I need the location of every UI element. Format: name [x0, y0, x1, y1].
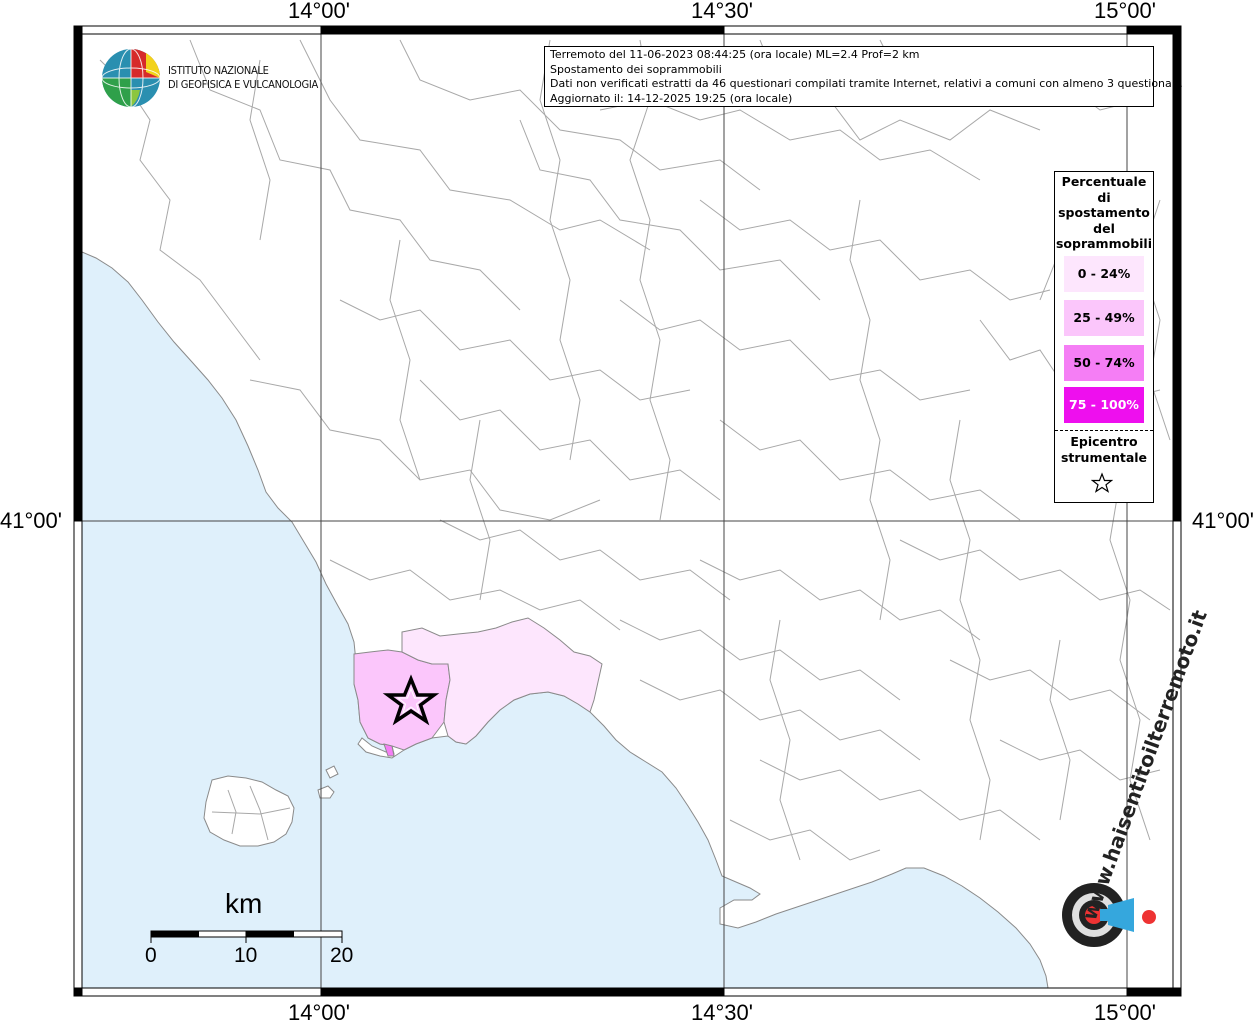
star-outline-icon — [1091, 472, 1113, 493]
event-line2: Spostamento dei soprammobili — [550, 62, 722, 76]
coord-right-41-00: 41°00' — [1192, 508, 1254, 533]
legend-title-line: spostamento — [1058, 205, 1150, 220]
event-line4: Aggiornato il: 14-12-2025 19:25 (ora loc… — [550, 91, 793, 105]
legend-item-75-100: 75 - 100% — [1064, 387, 1144, 423]
map-canvas: www.haisentitoilterremoto.it — [73, 25, 1212, 997]
legend-title-line: Percentuale — [1061, 174, 1147, 189]
scale-tick-10: 10 — [234, 944, 258, 967]
scale-tick-0: 0 — [145, 944, 157, 967]
logo-line2: DI GEOFISICA E VULCANOLOGIA — [168, 78, 318, 91]
coord-top-14-00: 14°00' — [288, 0, 350, 23]
legend-title: Percentuale di spostamento del soprammob… — [1055, 174, 1153, 252]
event-line3: Dati non verificati estratti da 46 quest… — [550, 77, 1183, 90]
coord-top-15-00: 15°00' — [1094, 0, 1156, 23]
ingv-globe-icon — [101, 48, 161, 108]
coord-bottom-14-30: 14°30' — [691, 1000, 753, 1025]
legend-title-line: soprammobili — [1055, 236, 1152, 251]
legend-epicentre-label: Epicentro strumentale — [1055, 434, 1153, 466]
scale-unit-label: km — [225, 888, 263, 919]
scale-tick-20: 20 — [330, 944, 354, 967]
coord-bottom-14-00: 14°00' — [288, 1000, 350, 1025]
logo-line1: ISTITUTO NAZIONALE — [168, 64, 269, 77]
legend-epicentre-line: Epicentro — [1070, 434, 1138, 449]
legend-box: Percentuale di spostamento del soprammob… — [1054, 171, 1154, 503]
legend-title-line: del — [1093, 220, 1115, 236]
event-info-box: Terremoto del 11-06-2023 08:44:25 (ora l… — [544, 46, 1183, 107]
legend-item-25-49: 25 - 49% — [1064, 300, 1144, 336]
coord-top-14-30: 14°30' — [691, 0, 753, 23]
legend-item-0-24: 0 - 24% — [1064, 256, 1144, 292]
legend-epicentre-line: strumentale — [1060, 450, 1148, 465]
coord-bottom-15-00: 15°00' — [1094, 1000, 1156, 1025]
legend-title-line: di — [1097, 189, 1111, 205]
legend-separator — [1055, 430, 1153, 431]
coord-left-41-00: 41°00' — [0, 508, 62, 533]
event-line1: Terremoto del 11-06-2023 08:44:25 (ora l… — [550, 48, 920, 61]
legend-item-50-74: 50 - 74% — [1064, 345, 1144, 381]
